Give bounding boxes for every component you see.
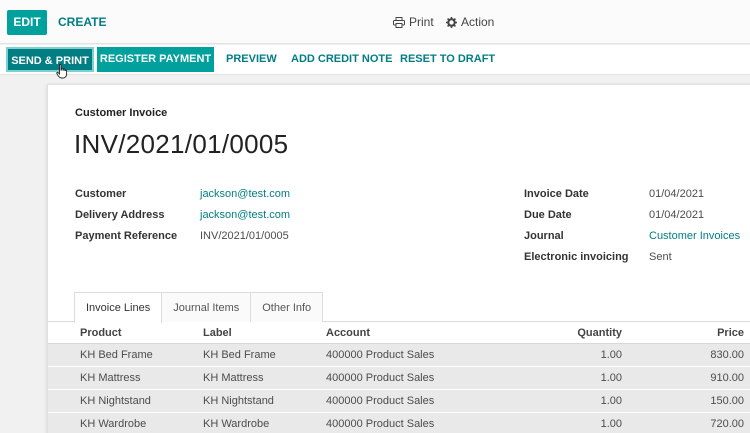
cell-product: KH Bed Frame [80,349,153,361]
edit-button[interactable]: EDIT [7,10,47,35]
cell-product: KH Nightstand [80,395,151,407]
print-dropdown[interactable]: Print [393,10,434,35]
gear-icon [446,17,457,28]
cell-label: KH Nightstand [203,395,274,407]
status-bar: SEND & PRINT REGISTER PAYMENT PREVIEW AD… [0,45,750,75]
column-header-product[interactable]: Product [80,322,122,344]
reset-to-draft-button[interactable]: RESET TO DRAFT [400,47,495,72]
column-header-quantity[interactable]: Quantity [577,322,622,344]
table-row[interactable]: KH Mattress KH Mattress 400000 Product S… [48,367,750,390]
cell-product: KH Wardrobe [80,418,147,430]
cell-label: KH Mattress [203,372,264,384]
column-header-account[interactable]: Account [326,322,370,344]
send-print-button[interactable]: SEND & PRINT [6,47,94,72]
create-button[interactable]: CREATE [58,10,106,35]
table-row[interactable]: KH Nightstand KH Nightstand 400000 Produ… [48,390,750,413]
cell-price: 910.00 [710,372,744,384]
cell-price: 720.00 [710,418,744,430]
cell-label: KH Wardrobe [203,418,270,430]
tab-invoice-lines[interactable]: Invoice Lines [74,292,163,323]
column-header-price[interactable]: Price [717,322,744,344]
preview-button[interactable]: PREVIEW [226,47,277,72]
register-payment-button[interactable]: REGISTER PAYMENT [97,47,214,72]
notebook-tabs: Invoice Lines Journal Items Other Info [74,292,324,323]
invoice-form-sheet: Customer Invoice INV/2021/01/0005 Custom… [47,84,750,433]
cell-quantity: 1.00 [600,418,622,430]
table-row[interactable]: KH Bed Frame KH Bed Frame 400000 Product… [48,344,750,367]
invoice-lines-table: Product Label Account Quantity Price V K… [48,322,750,433]
customer-label: Customer [75,188,127,200]
add-credit-note-button[interactable]: ADD CREDIT NOTE [291,47,392,72]
cell-product: KH Mattress [80,372,141,384]
cell-account: 400000 Product Sales [326,349,435,361]
cell-label: KH Bed Frame [203,349,276,361]
payment-reference-label: Payment Reference [75,230,178,242]
cell-quantity: 1.00 [600,395,622,407]
cell-quantity: 1.00 [600,372,622,384]
cell-account: 400000 Product Sales [326,372,435,384]
due-date-label: Due Date [524,209,572,221]
cell-price: 150.00 [710,395,744,407]
invoice-number: INV/2021/01/0005 [74,129,289,159]
journal-value[interactable]: Customer Invoices [649,230,740,242]
cell-account: 400000 Product Sales [326,418,435,430]
electronic-invoicing-value: Sent [649,251,672,263]
print-label: Print [409,15,434,29]
cell-quantity: 1.00 [600,349,622,361]
action-label: Action [461,15,495,29]
cell-account: 400000 Product Sales [326,395,435,407]
delivery-address-label: Delivery Address [75,209,165,221]
print-icon [393,17,405,28]
document-type-label: Customer Invoice [75,107,168,119]
invoice-date-value: 01/04/2021 [649,188,705,200]
journal-label: Journal [524,230,564,242]
action-dropdown[interactable]: Action [446,10,494,35]
delivery-address-value[interactable]: jackson@test.com [200,209,290,221]
electronic-invoicing-label: Electronic invoicing [524,251,629,263]
column-header-label[interactable]: Label [203,322,232,344]
payment-reference-value: INV/2021/01/0005 [200,230,289,242]
table-header: Product Label Account Quantity Price V [48,322,750,344]
invoice-date-label: Invoice Date [524,188,589,200]
due-date-value: 01/04/2021 [649,209,705,221]
table-row[interactable]: KH Wardrobe KH Wardrobe 400000 Product S… [48,413,750,433]
customer-value[interactable]: jackson@test.com [200,188,290,200]
cell-price: 830.00 [710,349,744,361]
tab-journal-items[interactable]: Journal Items [161,292,252,322]
control-panel: EDIT CREATE Print Action [0,0,750,44]
hand-pointer-icon [56,63,68,84]
tab-other-info[interactable]: Other Info [250,292,324,322]
